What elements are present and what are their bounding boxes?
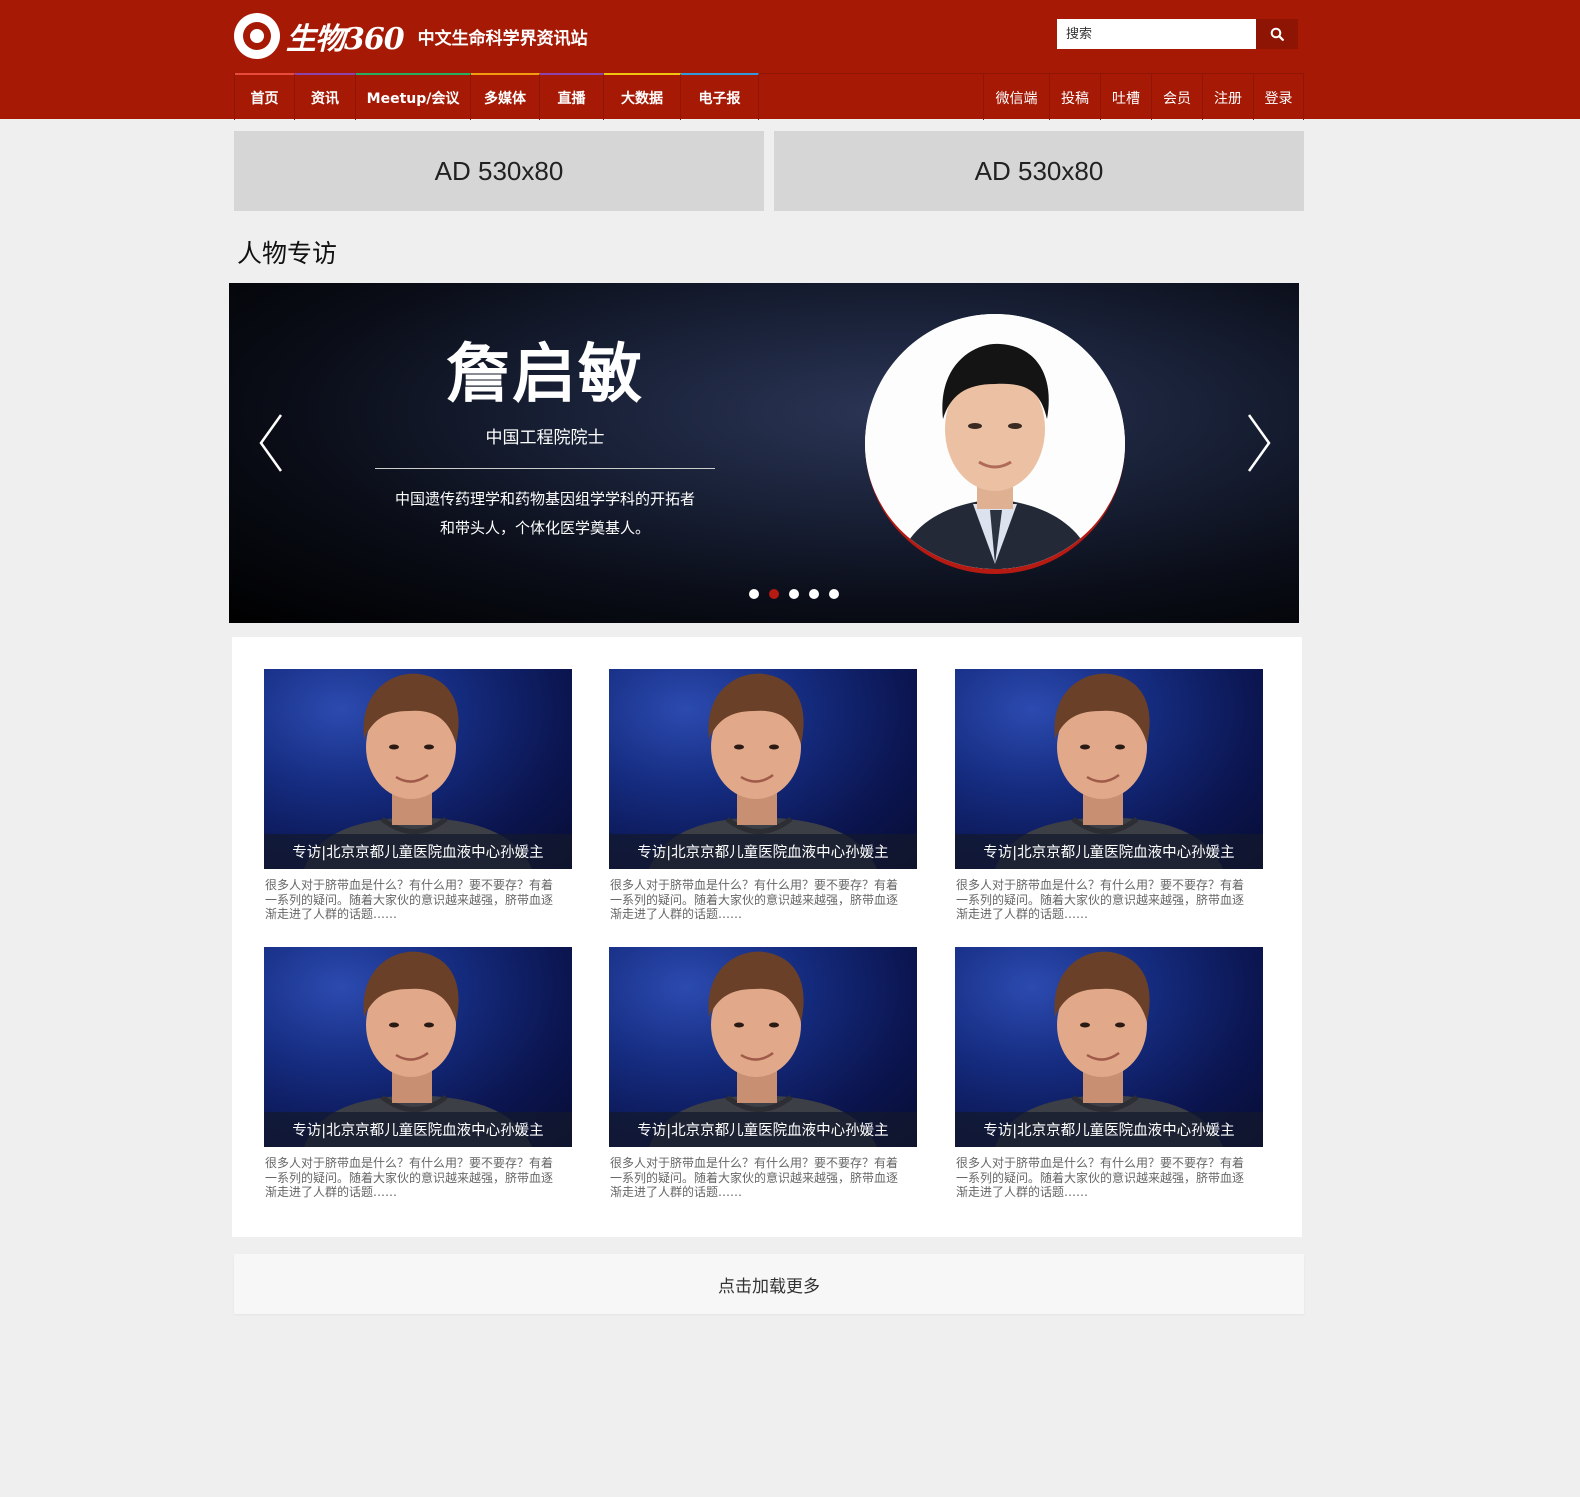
card-thumbnail[interactable]: 专访|北京京都儿童医院血液中心孙媛主: [609, 669, 917, 869]
card-title[interactable]: 专访|北京京都儿童医院血液中心孙媛主: [955, 1112, 1263, 1147]
user-nav-item-2[interactable]: 吐槽: [1101, 74, 1152, 120]
card-title[interactable]: 专访|北京京都儿童医院血液中心孙媛主: [955, 834, 1263, 869]
chevron-left-icon[interactable]: [257, 413, 287, 473]
interview-card[interactable]: 专访|北京京都儿童医院血液中心孙媛主 很多人对于脐带血是什么？有什么用？要不要存…: [609, 947, 917, 1200]
search-icon: [1270, 27, 1284, 41]
slide-portrait[interactable]: [865, 314, 1125, 574]
card-thumbnail[interactable]: 专访|北京京都儿童医院血液中心孙媛主: [609, 947, 917, 1147]
interview-card[interactable]: 专访|北京京都儿童医院血液中心孙媛主 很多人对于脐带血是什么？有什么用？要不要存…: [955, 669, 1263, 922]
portrait-photo: [865, 314, 1125, 569]
card-thumbnail[interactable]: 专访|北京京都儿童医院血液中心孙媛主: [955, 669, 1263, 869]
card-title[interactable]: 专访|北京京都儿童医院血液中心孙媛主: [264, 1112, 572, 1147]
card-summary: 很多人对于脐带血是什么？有什么用？要不要存？有着一系列的疑问。随着大家伙的意识越…: [610, 878, 899, 921]
ad-banner-left[interactable]: AD 530x80: [234, 131, 764, 211]
site-header: 生物360 中文生命科学界资讯站 首页资讯Meetup/会议多媒体直播大数据电子…: [0, 0, 1580, 120]
nav-item-5[interactable]: 大数据: [604, 73, 681, 120]
slide-person-name: 詹启敏: [446, 338, 644, 412]
nav-item-4[interactable]: 直播: [540, 73, 604, 120]
card-title[interactable]: 专访|北京京都儿童医院血液中心孙媛主: [609, 834, 917, 869]
site-tagline: 中文生命科学界资讯站: [417, 28, 588, 49]
slide-person-title: 中国工程院院士: [485, 428, 605, 448]
carousel-dots: [749, 589, 839, 599]
card-summary: 很多人对于脐带血是什么？有什么用？要不要存？有着一系列的疑问。随着大家伙的意识越…: [265, 1156, 554, 1199]
interview-card[interactable]: 专访|北京京都儿童医院血液中心孙媛主 很多人对于脐带血是什么？有什么用？要不要存…: [264, 947, 572, 1200]
card-summary: 很多人对于脐带血是什么？有什么用？要不要存？有着一系列的疑问。随着大家伙的意识越…: [610, 1156, 899, 1199]
carousel-dot[interactable]: [809, 589, 819, 599]
nav-item-6[interactable]: 电子报: [681, 73, 759, 120]
interview-card[interactable]: 专访|北京京都儿童医院血液中心孙媛主 很多人对于脐带血是什么？有什么用？要不要存…: [955, 947, 1263, 1200]
card-title[interactable]: 专访|北京京都儿童医院血液中心孙媛主: [264, 834, 572, 869]
top-bar: 生物360 中文生命科学界资讯站: [234, 0, 1304, 73]
search-input[interactable]: [1057, 19, 1256, 49]
card-thumbnail[interactable]: 专访|北京京都儿童医院血液中心孙媛主: [264, 947, 572, 1147]
card-summary: 很多人对于脐带血是什么？有什么用？要不要存？有着一系列的疑问。随着大家伙的意识越…: [956, 1156, 1245, 1199]
interview-grid: 专访|北京京都儿童医院血液中心孙媛主 很多人对于脐带血是什么？有什么用？要不要存…: [232, 637, 1302, 1237]
carousel-dot[interactable]: [829, 589, 839, 599]
carousel-dot[interactable]: [789, 589, 799, 599]
slide-desc-line-1: 中国遗传药理学和药物基因组学学科的开拓者: [394, 490, 695, 508]
carousel-dot[interactable]: [749, 589, 759, 599]
user-nav-item-3[interactable]: 会员: [1152, 74, 1203, 120]
ad-row: AD 530x80 AD 530x80: [234, 131, 1304, 211]
user-nav: 微信端 投稿 吐槽 会员 注册 登录: [983, 74, 1304, 120]
nav-item-1[interactable]: 资讯: [295, 73, 356, 120]
card-summary: 很多人对于脐带血是什么？有什么用？要不要存？有着一系列的疑问。随着大家伙的意识越…: [956, 878, 1245, 921]
section-title: 人物专访: [237, 239, 338, 268]
user-nav-item-0[interactable]: 微信端: [984, 74, 1050, 120]
card-thumbnail[interactable]: 专访|北京京都儿童医院血液中心孙媛主: [264, 669, 572, 869]
primary-nav: 首页 资讯 Meetup/会议 多媒体 直播 大数据 电子报: [234, 73, 759, 120]
card-summary: 很多人对于脐带血是什么？有什么用？要不要存？有着一系列的疑问。随着大家伙的意识越…: [265, 878, 554, 921]
interview-card[interactable]: 专访|北京京都儿童医院血液中心孙媛主 很多人对于脐带血是什么？有什么用？要不要存…: [609, 669, 917, 922]
main-nav: 首页 资讯 Meetup/会议 多媒体 直播 大数据 电子报 微信端 投稿 吐槽 会员 注册 登录: [234, 73, 1304, 120]
chevron-right-icon[interactable]: [1243, 413, 1273, 473]
slide-divider: [375, 468, 715, 469]
logo-wordmark: 生物360: [286, 22, 405, 57]
carousel-dot[interactable]: [769, 589, 779, 599]
user-nav-item-1[interactable]: 投稿: [1050, 74, 1101, 120]
slide-text: 詹启敏 中国工程院院士 中国遗传药理学和药物基因组学学科的开拓者 和带头人，个体…: [375, 339, 715, 543]
nav-item-0[interactable]: 首页: [235, 73, 295, 120]
user-nav-item-4[interactable]: 注册: [1203, 74, 1254, 120]
ad-banner-right[interactable]: AD 530x80: [774, 131, 1304, 211]
search-box: [1057, 19, 1298, 49]
nav-item-2[interactable]: Meetup/会议: [356, 73, 471, 120]
slide-description: 中国遗传药理学和药物基因组学学科的开拓者 和带头人，个体化医学奠基人。: [375, 485, 715, 543]
slide-desc-line-2: 和带头人，个体化医学奠基人。: [439, 519, 650, 537]
user-nav-item-5[interactable]: 登录: [1254, 74, 1304, 120]
logo-icon: [234, 13, 280, 59]
card-title[interactable]: 专访|北京京都儿童医院血液中心孙媛主: [609, 1112, 917, 1147]
site-logo[interactable]: 生物360 中文生命科学界资讯站: [234, 13, 588, 59]
interview-card[interactable]: 专访|北京京都儿童医院血液中心孙媛主 很多人对于脐带血是什么？有什么用？要不要存…: [264, 669, 572, 922]
load-more-button[interactable]: 点击加载更多: [234, 1254, 1304, 1314]
card-thumbnail[interactable]: 专访|北京京都儿童医院血液中心孙媛主: [955, 947, 1263, 1147]
search-button[interactable]: [1256, 19, 1298, 49]
nav-item-3[interactable]: 多媒体: [471, 73, 540, 120]
interview-carousel: 詹启敏 中国工程院院士 中国遗传药理学和药物基因组学学科的开拓者 和带头人，个体…: [229, 283, 1299, 623]
